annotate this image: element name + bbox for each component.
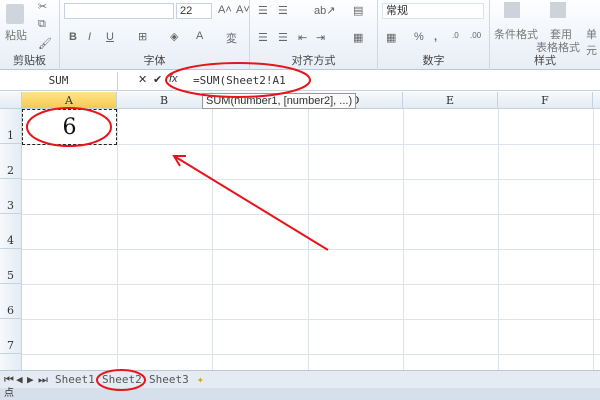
row-header-6[interactable]: 6 bbox=[0, 284, 22, 319]
font-name-select[interactable] bbox=[64, 3, 174, 19]
align-middle-icon[interactable]: ☰ bbox=[278, 4, 288, 17]
fill-color-icon[interactable]: ◈ bbox=[170, 30, 178, 43]
alignment-group: ☰ ☰ ab↗ ☰ ☰ ⇤ ⇥ ▤ ▦ 对齐方式 bbox=[250, 0, 378, 70]
row-header-3[interactable]: 3 bbox=[0, 179, 22, 214]
status-mode: 点 bbox=[4, 388, 14, 399]
format-painter-icon[interactable]: 🖌 bbox=[38, 37, 52, 50]
percent-button[interactable]: % bbox=[414, 31, 424, 43]
select-all-corner[interactable] bbox=[0, 92, 22, 109]
insert-sheet-icon[interactable]: ✦ bbox=[197, 372, 204, 388]
row-header-1[interactable]: 1 bbox=[0, 109, 22, 144]
column-header-f[interactable]: F bbox=[498, 92, 593, 109]
gridline bbox=[593, 109, 594, 370]
wrap-text-icon[interactable]: ▤ bbox=[353, 4, 363, 17]
shrink-font-icon[interactable]: A˅ bbox=[236, 4, 250, 16]
format-table-icon[interactable] bbox=[550, 2, 566, 18]
increase-decimal-icon[interactable]: .0 bbox=[452, 31, 459, 40]
border-icon[interactable]: ⊞ bbox=[138, 30, 147, 43]
clipboard-group: 粘贴 ✂ ⧉ 🖌 剪贴板 bbox=[0, 0, 60, 70]
indent-decrease-icon[interactable]: ⇤ bbox=[298, 31, 307, 44]
font-group: 22 A˄ A˅ B I U ⊞ ◈ A 変 字体 bbox=[60, 0, 250, 70]
bold-button[interactable]: B bbox=[69, 31, 77, 43]
styles-group: 条件格式 套用 表格格式 单元 样式 bbox=[490, 0, 600, 70]
gridline bbox=[498, 109, 499, 370]
name-box[interactable]: SUM bbox=[0, 72, 118, 90]
gridline bbox=[22, 284, 600, 285]
row-header-8[interactable] bbox=[0, 354, 22, 370]
worksheet-grid[interactable]: A B C D E F 1 2 3 4 5 6 7 6 bbox=[0, 92, 600, 370]
gridline bbox=[117, 109, 118, 370]
grow-font-icon[interactable]: A˄ bbox=[218, 4, 232, 16]
alignment-label: 对齐方式 bbox=[291, 55, 336, 67]
next-sheet-icon[interactable]: ▶ bbox=[27, 372, 34, 388]
row-header-7[interactable]: 7 bbox=[0, 319, 22, 354]
gridline bbox=[403, 109, 404, 370]
underline-button[interactable]: U bbox=[106, 31, 114, 43]
align-center-icon[interactable]: ☰ bbox=[278, 31, 288, 44]
italic-button[interactable]: I bbox=[88, 31, 91, 43]
sheet-tab-bar: ⏮ ◀ ▶ ⏭ Sheet1 Sheet2 Sheet3 ✦ bbox=[0, 370, 600, 388]
formula-bar: SUM ✕ ✔ fx =SUM(Sheet2!A1 bbox=[0, 71, 600, 91]
row-header-2[interactable]: 2 bbox=[0, 144, 22, 179]
gridline bbox=[22, 354, 600, 355]
comma-button[interactable]: , bbox=[434, 31, 437, 43]
sheet-tab-sheet3[interactable]: Sheet3 bbox=[149, 372, 189, 388]
ribbon: 粘贴 ✂ ⧉ 🖌 剪贴板 22 A˄ A˅ B I U ⊞ ◈ A 変 字体 ☰… bbox=[0, 0, 600, 70]
styles-label: 样式 bbox=[534, 55, 556, 67]
merge-center-icon[interactable]: ▦ bbox=[353, 31, 363, 44]
gridline bbox=[22, 319, 600, 320]
number-format-select[interactable]: 常规 bbox=[382, 3, 484, 19]
conditional-format-icon[interactable] bbox=[504, 2, 520, 18]
formula-input[interactable]: =SUM(Sheet2!A1 bbox=[193, 72, 286, 90]
gridline bbox=[308, 109, 309, 370]
insert-function-button[interactable]: fx bbox=[169, 73, 178, 85]
orientation-icon[interactable]: ab↗ bbox=[314, 4, 335, 17]
gridline bbox=[22, 214, 600, 215]
gridline bbox=[22, 249, 600, 250]
cell-a1[interactable]: 6 bbox=[22, 109, 117, 145]
phonetic-icon[interactable]: 変 bbox=[226, 30, 237, 46]
decrease-decimal-icon[interactable]: .00 bbox=[470, 31, 481, 40]
first-sheet-icon[interactable]: ⏮ bbox=[4, 372, 14, 388]
indent-increase-icon[interactable]: ⇥ bbox=[316, 31, 325, 44]
enter-icon[interactable]: ✔ bbox=[153, 73, 162, 86]
last-sheet-icon[interactable]: ⏭ bbox=[38, 372, 48, 388]
gridline bbox=[212, 109, 213, 370]
conditional-format-button[interactable]: 条件格式 bbox=[494, 26, 538, 42]
cut-icon[interactable]: ✂ bbox=[38, 0, 47, 13]
clipboard-label: 剪贴板 bbox=[13, 55, 46, 67]
font-size-select[interactable]: 22 bbox=[176, 3, 212, 19]
font-label: 字体 bbox=[143, 55, 166, 67]
row-header-5[interactable]: 5 bbox=[0, 249, 22, 284]
number-group: 常规 ▦ % , .0 .00 数字 bbox=[378, 0, 490, 70]
prev-sheet-icon[interactable]: ◀ bbox=[16, 372, 23, 388]
function-tooltip: SUM(number1, [number2], ...) bbox=[202, 93, 357, 109]
align-top-icon[interactable]: ☰ bbox=[258, 4, 268, 17]
copy-icon[interactable]: ⧉ bbox=[38, 18, 46, 31]
gridline bbox=[22, 179, 600, 180]
paste-button[interactable]: 粘贴 bbox=[5, 27, 27, 43]
status-bar: 点 bbox=[0, 388, 600, 400]
paste-icon[interactable] bbox=[6, 4, 24, 24]
sheet-tab-sheet2[interactable]: Sheet2 bbox=[102, 372, 142, 388]
column-header-a[interactable]: A bbox=[22, 92, 117, 109]
column-header-b[interactable]: B bbox=[117, 92, 212, 109]
currency-icon[interactable]: ▦ bbox=[386, 31, 396, 44]
number-label: 数字 bbox=[422, 55, 445, 67]
sheet-tab-sheet1[interactable]: Sheet1 bbox=[55, 372, 95, 388]
column-header-e[interactable]: E bbox=[403, 92, 498, 109]
cancel-icon[interactable]: ✕ bbox=[138, 73, 147, 86]
column-header-g[interactable] bbox=[593, 92, 600, 109]
row-header-4[interactable]: 4 bbox=[0, 214, 22, 249]
align-left-icon[interactable]: ☰ bbox=[258, 31, 268, 44]
font-color-icon[interactable]: A bbox=[196, 30, 203, 42]
